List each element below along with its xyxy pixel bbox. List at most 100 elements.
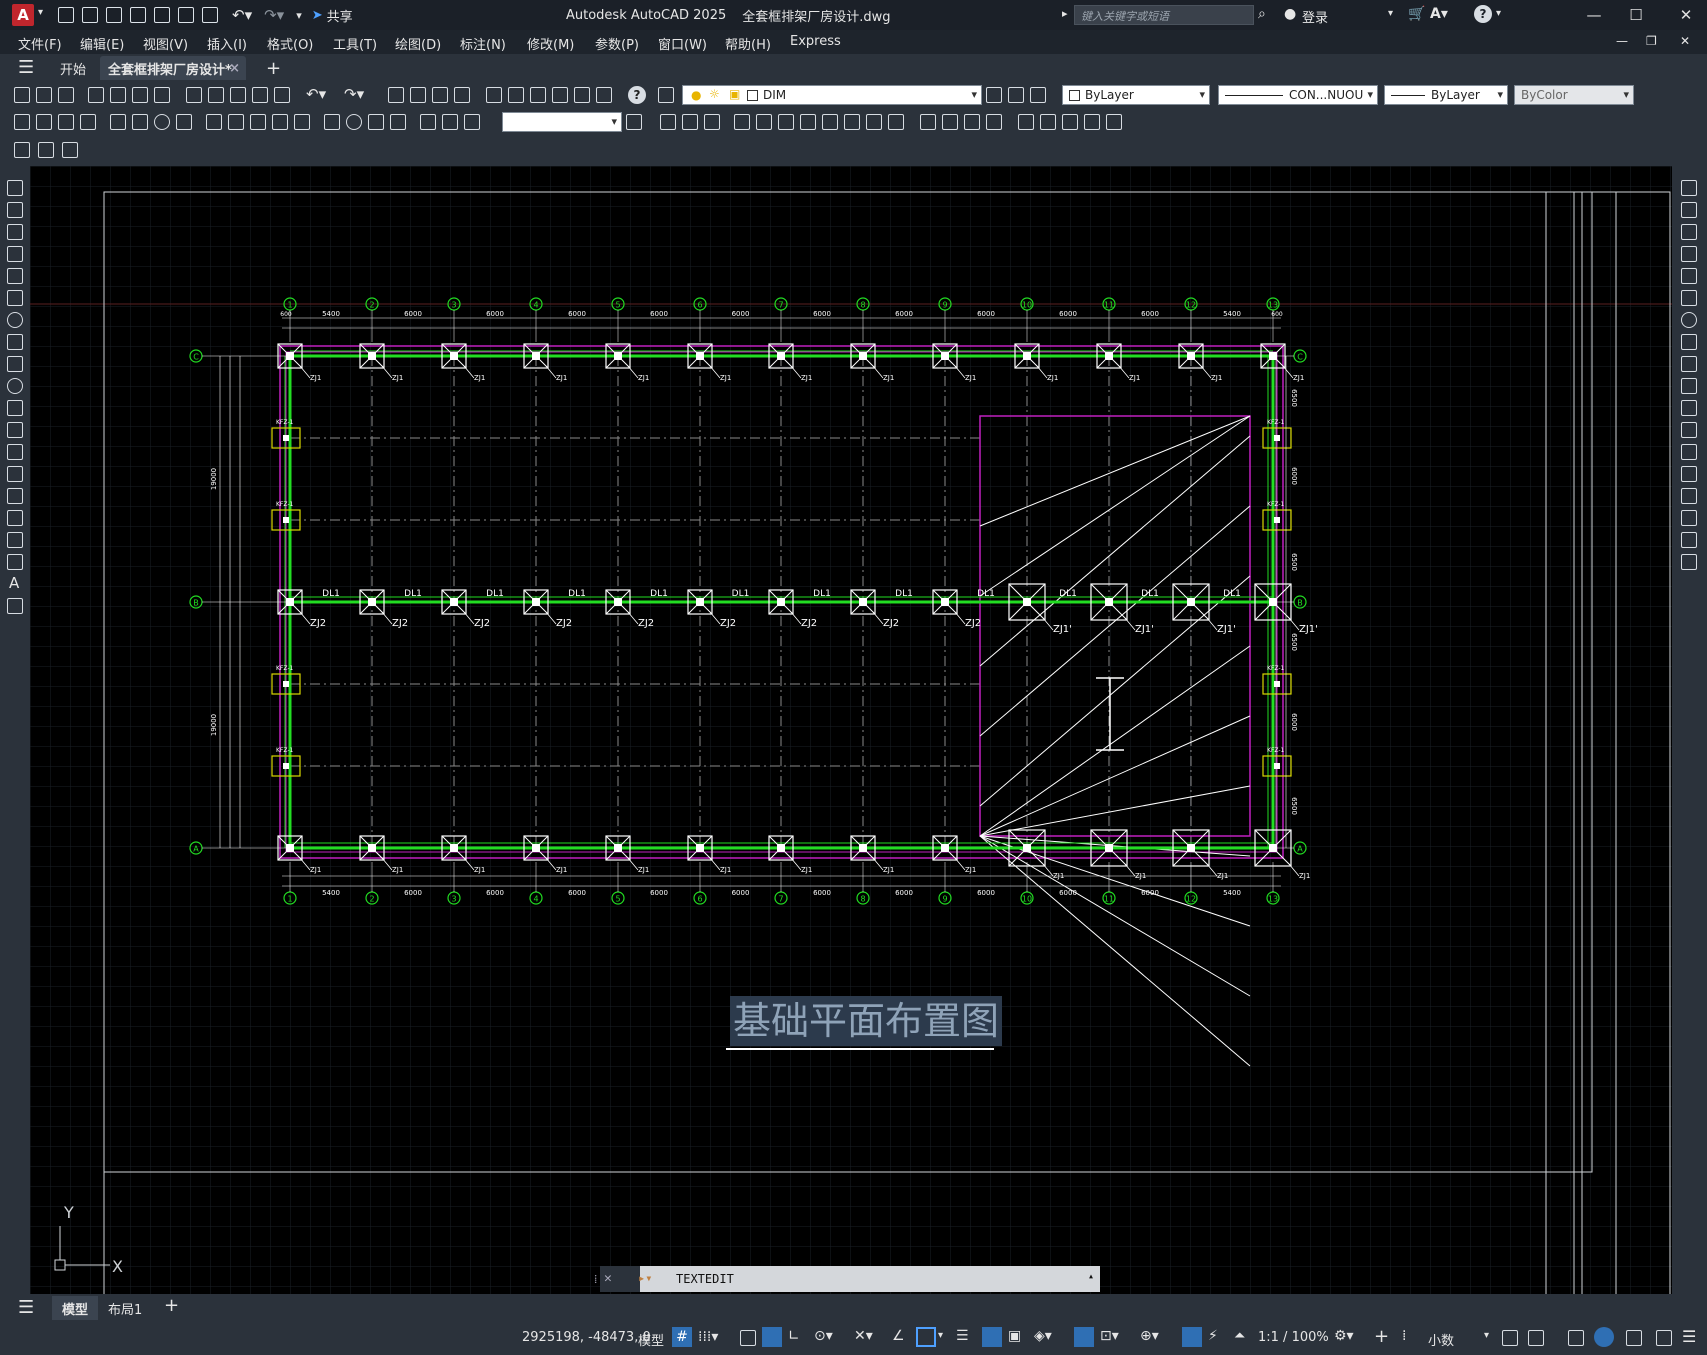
gizmo-icon[interactable]: ⊕▾ <box>1140 1328 1159 1344</box>
stretch-icon[interactable] <box>1681 356 1697 372</box>
dim-diameter-icon[interactable] <box>154 114 170 130</box>
fullscreen-icon[interactable] <box>1656 1330 1672 1346</box>
zoom-window-icon[interactable] <box>432 87 448 103</box>
infer-icon[interactable] <box>740 1330 756 1346</box>
model-space-button[interactable]: 模型 <box>638 1330 664 1349</box>
publish-icon[interactable] <box>132 87 148 103</box>
dim-space-icon[interactable] <box>272 114 288 130</box>
revcloud-icon[interactable] <box>7 334 23 350</box>
selection-cycling-icon[interactable]: ▣ <box>1008 1328 1021 1344</box>
ucs-3point-icon[interactable] <box>844 114 860 130</box>
auto-scale-icon[interactable]: ⚡ <box>1208 1328 1218 1344</box>
mirror-icon[interactable] <box>1681 224 1697 240</box>
object-snap-chevron-icon[interactable]: ▾ <box>938 1330 943 1341</box>
attribute-icon[interactable] <box>62 142 78 158</box>
region-icon[interactable] <box>7 532 23 548</box>
ucs-face-icon[interactable] <box>734 114 750 130</box>
tab-model[interactable]: 模型 <box>52 1296 99 1320</box>
redo-icon[interactable]: ↷▾ <box>264 6 284 24</box>
paste-icon[interactable] <box>230 87 246 103</box>
extend-icon[interactable] <box>1681 400 1697 416</box>
ucs-settings-icon[interactable] <box>986 114 1002 130</box>
units-value[interactable]: 小数 <box>1428 1330 1454 1349</box>
tolerance-icon[interactable] <box>324 114 340 130</box>
menu-dimension[interactable]: 标注(N) <box>460 34 506 53</box>
lineweight-icon[interactable]: ☰ <box>956 1328 969 1344</box>
dim-linear-icon[interactable] <box>14 114 30 130</box>
ucs-apply-icon[interactable] <box>942 114 958 130</box>
cad-drawing[interactable]: ZJ1 ZJ1 ZJ1 ZJ1 ZJ1 ZJ1 ZJ1 ZJ1 ZJ1 ZJ1 ZJ1 ZJ1 ZJ1 Z… <box>30 166 1672 1294</box>
calculator-icon[interactable] <box>596 87 612 103</box>
hatch-icon[interactable] <box>7 488 23 504</box>
dim-continue-icon[interactable] <box>250 114 266 130</box>
lineweight-dropdown[interactable]: ByLayer <box>1384 85 1508 105</box>
tab-layout1[interactable]: 布局1 <box>108 1299 142 1318</box>
tab-start[interactable]: 开始 <box>52 56 94 80</box>
dim-style-dropdown[interactable] <box>502 112 622 132</box>
layer-properties-icon[interactable] <box>658 87 674 103</box>
fillet-icon[interactable] <box>1681 510 1697 526</box>
plot-3d-icon[interactable] <box>154 87 170 103</box>
undo-icon[interactable]: ↶▾ <box>306 85 326 103</box>
ucs-icon[interactable] <box>660 114 676 130</box>
preview-icon[interactable] <box>110 87 126 103</box>
layer-freeze-icon[interactable]: ☼ <box>709 87 720 101</box>
dim-aligned-icon[interactable] <box>36 114 52 130</box>
polygon-viewport-icon[interactable] <box>1062 114 1078 130</box>
close-button[interactable]: ✕ <box>1666 0 1706 30</box>
menu-parametric[interactable]: 参数(P) <box>595 34 639 53</box>
redo-icon[interactable]: ↷▾ <box>344 85 364 103</box>
linetype-dropdown[interactable]: CON...NUOU <box>1218 85 1378 105</box>
ucs-z-icon[interactable] <box>920 114 936 130</box>
explode-icon[interactable] <box>1681 554 1697 570</box>
new-tab-button[interactable]: + <box>258 56 289 80</box>
add-layout-button[interactable]: + <box>164 1295 179 1316</box>
move-icon[interactable] <box>1681 290 1697 306</box>
object-snap-icon[interactable] <box>916 1327 936 1347</box>
plot-icon[interactable] <box>88 87 104 103</box>
hamburger-menu-icon[interactable]: ☰ <box>18 57 34 78</box>
join-icon[interactable] <box>1681 466 1697 482</box>
center-mark-icon[interactable] <box>346 114 362 130</box>
insert-block-icon[interactable] <box>7 422 23 438</box>
command-history-icon[interactable]: ▴ <box>1088 1271 1094 1282</box>
plot-icon[interactable] <box>202 7 218 23</box>
dim-arc-icon[interactable] <box>58 114 74 130</box>
circle-icon[interactable] <box>7 312 23 328</box>
dim-update-icon[interactable] <box>464 114 480 130</box>
offset-icon[interactable] <box>1681 246 1697 262</box>
customize-qat-icon[interactable]: ▾ <box>296 9 302 22</box>
ucs-origin-icon[interactable] <box>800 114 816 130</box>
copy-icon[interactable] <box>208 87 224 103</box>
arc-icon[interactable] <box>7 290 23 306</box>
menu-insert[interactable]: 插入(I) <box>207 34 247 53</box>
mtext-icon[interactable]: A <box>9 574 19 592</box>
layer-dropdown[interactable]: ● ☼ ▣ DIM <box>682 85 982 105</box>
minimize-button[interactable]: — <box>1574 0 1614 30</box>
drawing-canvas[interactable]: ZJ1 ZJ1 ZJ1 ZJ1 ZJ1 ZJ1 ZJ1 ZJ1 ZJ1 ZJ1 ZJ1 ZJ1 ZJ1 Z… <box>30 166 1672 1294</box>
search-icon[interactable]: ⌕ <box>1258 6 1266 22</box>
polyline-icon[interactable] <box>7 224 23 240</box>
user-icon[interactable]: ● <box>1284 6 1296 22</box>
array-icon[interactable] <box>1681 268 1697 284</box>
save-web-icon[interactable] <box>178 7 194 23</box>
layout-menu-icon[interactable]: ☰ <box>18 1297 34 1318</box>
command-line[interactable]: ⁞ ✕ ▸▾ TEXTEDIT ▴ <box>594 1266 1100 1292</box>
annotation-visibility-icon[interactable] <box>1182 1327 1202 1347</box>
dynamic-input-icon[interactable] <box>762 1327 782 1347</box>
clip-viewport-icon[interactable] <box>1084 114 1100 130</box>
properties-icon[interactable] <box>486 87 502 103</box>
ortho-icon[interactable]: ∟ <box>788 1328 800 1344</box>
menu-edit[interactable]: 编辑(E) <box>80 34 124 53</box>
trim-icon[interactable] <box>1681 378 1697 394</box>
zoom-realtime-icon[interactable] <box>410 87 426 103</box>
autocad-logo[interactable]: A <box>12 4 34 26</box>
layer-previous-icon[interactable] <box>1008 87 1024 103</box>
markup-icon[interactable] <box>574 87 590 103</box>
command-recent-icon[interactable]: ▸▾ <box>638 1271 652 1285</box>
ucs-world-icon[interactable] <box>682 114 698 130</box>
dim-baseline-icon[interactable] <box>228 114 244 130</box>
spline-icon[interactable] <box>7 356 23 372</box>
rectangle-icon[interactable] <box>7 268 23 284</box>
blend-icon[interactable] <box>1681 532 1697 548</box>
